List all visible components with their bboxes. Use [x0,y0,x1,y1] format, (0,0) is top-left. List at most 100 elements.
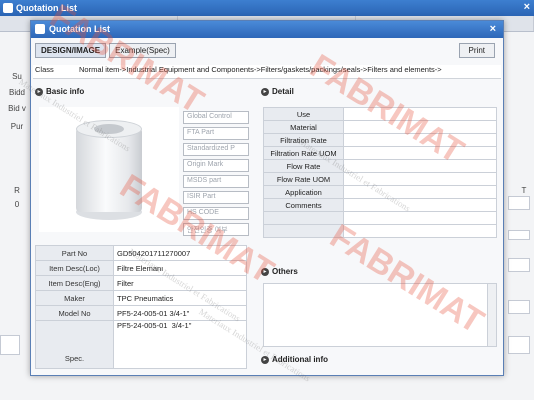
class-value: Normal item->Industrial Equipment and Co… [79,65,442,74]
scrollbar[interactable] [487,284,496,346]
spec-label: Spec. [35,320,114,369]
model-no-label: Model No [35,305,114,321]
filter-cylinder-image [76,119,142,220]
close-icon[interactable]: × [490,23,496,35]
window-icon [3,3,13,13]
application-label: Application [263,185,344,199]
detail-title: Detail [272,87,294,96]
background-title-bar: Quotation List × [0,0,534,16]
origin-mark-button[interactable]: Origin Mark [183,159,249,172]
table-row: Flow Rate UOM [263,172,497,186]
bg-cell [508,336,530,354]
table-row: Item Desc(Loc) Filtre Elemanı [35,260,247,276]
fta-part-button[interactable]: FTA Part [183,127,249,140]
bg-cell [508,230,530,240]
table-row: Filtration Rate UOM [263,146,497,160]
table-row: Maker TPC Pneumatics [35,290,247,306]
print-button[interactable]: Print [458,43,495,58]
part-no-label: Part No [35,245,114,261]
basic-info-table: Part No GD504201711270007 Item Desc(Loc)… [35,245,247,369]
flow-rate-label: Flow Rate [263,159,344,173]
bg-cell [508,196,530,210]
item-desc-loc-value: Filtre Elemanı [113,260,247,276]
bg-label-bidd: Bidd [8,88,25,97]
table-row: Comments [263,198,497,212]
table-row: Material [263,120,497,134]
bg-label-su: Su [12,72,22,81]
bg-cell [0,335,20,355]
item-desc-loc-label: Item Desc(Loc) [35,260,114,276]
detail-table: Use Material Filtration Rate Filtration … [263,107,497,238]
msds-part-button[interactable]: MSDS part [183,175,249,188]
table-row: Part No GD504201711270007 [35,245,247,261]
product-image [39,107,179,232]
item-desc-eng-label: Item Desc(Eng) [35,275,114,291]
background-close-icon[interactable]: × [524,1,530,13]
tab-example-spec[interactable]: Example(Spec) [109,43,176,58]
bg-label-bidv: Bid v [8,104,26,113]
standardized-part-button[interactable]: Standardized P [183,143,249,156]
flow-rate-uom-value [343,172,497,186]
flow-rate-uom-label: Flow Rate UOM [263,172,344,186]
part-no-value: GD504201711270007 [113,245,247,261]
safety-cert-button[interactable]: 안전인증 여부 [183,223,249,236]
bg-label-0: 0 [14,200,20,209]
filtration-rate-label: Filtration Rate [263,133,344,147]
hs-code-button[interactable]: HS CODE [183,207,249,220]
table-row: Use [263,107,497,121]
isir-part-button[interactable]: ISIR Part [183,191,249,204]
modal-title-bar: Quotation List × [31,21,503,38]
detail-header: ▸ Detail [261,87,294,96]
item-desc-eng-value: Filter [113,275,247,291]
class-label: Class [35,65,54,74]
spec-value[interactable]: PF5-24-005-01 3/4-1" [113,320,247,369]
class-row: Class Normal item->Industrial Equipment a… [33,65,501,79]
maker-value: TPC Pneumatics [113,290,247,306]
table-row: Model No PF5-24-005-01 3/4-1" [35,305,247,321]
tab-bar: DESIGN/IMAGE Example(Spec) [35,43,176,58]
bg-label-t: T [521,186,527,195]
material-label: Material [263,120,344,134]
table-row: Filtration Rate [263,133,497,147]
use-label: Use [263,107,344,121]
comments-label: Comments [263,198,344,212]
others-title: Others [272,267,298,276]
others-panel [263,283,497,347]
chevron-down-icon: ▸ [261,355,269,364]
attribute-buttons: Global Control FTA Part Standardized P O… [183,111,249,239]
maker-label: Maker [35,290,114,306]
material-value [343,120,497,134]
filtration-rate-uom-value [343,146,497,160]
chevron-down-icon: ▸ [261,87,269,96]
basic-info-title: Basic info [46,87,85,96]
chevron-down-icon: ▸ [35,87,43,96]
model-no-value: PF5-24-005-01 3/4-1" [113,305,247,321]
background-title: Quotation List [16,3,77,13]
flow-rate-value [343,159,497,173]
table-row [263,211,497,225]
bg-cell [508,258,530,272]
bg-label-pur: Pur [10,122,24,131]
additional-info-header: ▸ Additional info [261,355,328,364]
use-value [343,107,497,121]
tab-design-image[interactable]: DESIGN/IMAGE [35,43,107,58]
bg-label-r: R [14,186,20,195]
table-row: Application [263,185,497,199]
basic-info-header: ▸ Basic info [35,87,84,96]
additional-info-title: Additional info [272,355,328,364]
filtration-rate-value [343,133,497,147]
bg-cell [508,300,530,314]
modal-title: Quotation List [49,24,110,34]
comments-value [343,198,497,212]
chevron-down-icon: ▸ [261,267,269,276]
others-header: ▸ Others [261,267,298,276]
application-value [343,185,497,199]
table-row: Flow Rate [263,159,497,173]
table-row: Item Desc(Eng) Filter [35,275,247,291]
table-row [263,224,497,238]
table-row: Spec. PF5-24-005-01 3/4-1" [35,320,247,369]
global-control-button[interactable]: Global Control [183,111,249,124]
quotation-modal: Quotation List × DESIGN/IMAGE Example(Sp… [30,20,504,376]
window-icon [35,24,45,34]
filtration-rate-uom-label: Filtration Rate UOM [263,146,344,160]
